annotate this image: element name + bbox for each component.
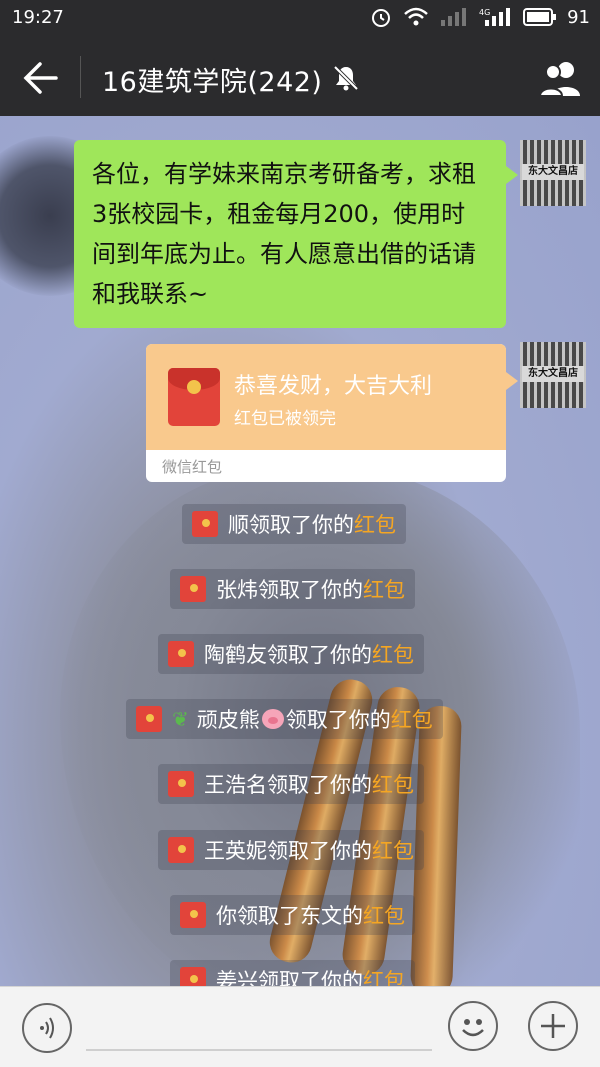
red-packet-footer: 微信红包 (162, 458, 223, 476)
red-packet-notice: 王英妮领取了你的 红包 (158, 830, 424, 870)
header-divider (80, 56, 81, 98)
red-packet-link[interactable]: 红包 (363, 900, 405, 930)
group-members-icon[interactable] (538, 58, 584, 98)
status-bar: 19:27 4G 91 (0, 0, 600, 38)
battery-icon (523, 8, 557, 26)
avatar[interactable]: 东大文昌店 (520, 342, 586, 408)
red-packet-icon (180, 576, 206, 602)
svg-text:4G: 4G (479, 8, 490, 17)
red-packet-icon (168, 641, 194, 667)
input-bar (0, 986, 600, 1067)
red-packet-notice: 王浩名领取了你的 红包 (158, 764, 424, 804)
status-icons: 4G 91 (369, 5, 590, 29)
red-packet-icon (168, 771, 194, 797)
red-packet-icon (180, 967, 206, 986)
red-packet-notice: 顺领取了你的 红包 (182, 504, 406, 544)
red-packet-notice: 陶鹤友领取了你的 红包 (158, 634, 424, 674)
title-bar: 16建筑学院(242) (0, 38, 600, 116)
red-packet-icon (168, 837, 194, 863)
red-packet-link[interactable]: 红包 (391, 704, 433, 734)
red-envelope-icon (168, 368, 220, 426)
red-packet-notice: 张炜领取了你的 红包 (170, 569, 415, 609)
red-packet-link[interactable]: 红包 (372, 769, 414, 799)
plus-icon (541, 1014, 565, 1038)
clock: 19:27 (12, 7, 64, 28)
signal-icon-1 (441, 8, 467, 26)
back-arrow-icon[interactable] (18, 58, 62, 98)
red-packet-tail (506, 372, 518, 390)
chat-area[interactable]: 各位，有学妹来南京考研备考，求租3张校园卡，租金每月200，使用时间到年底为止。… (0, 116, 600, 986)
red-packet-link[interactable]: 红包 (372, 835, 414, 865)
red-packet-icon (180, 902, 206, 928)
message-bubble[interactable]: 各位，有学妹来南京考研备考，求租3张校园卡，租金每月200，使用时间到年底为止。… (74, 140, 518, 328)
more-options-button[interactable] (528, 1001, 578, 1051)
wifi-icon (404, 7, 428, 26)
leaf-emoji-icon: ❦ (172, 707, 189, 731)
red-packet-link[interactable]: 红包 (354, 509, 396, 539)
red-packet-icon (136, 706, 162, 732)
mute-bell-icon (333, 65, 359, 91)
pig-emoji-icon (261, 709, 284, 729)
voice-toggle-button[interactable] (22, 1003, 72, 1053)
message-input[interactable] (86, 1049, 432, 1051)
red-packet-icon (192, 511, 218, 537)
red-packet-notice: 你领取了东文的 红包 (170, 895, 415, 935)
red-packet-link[interactable]: 红包 (372, 639, 414, 669)
red-packet-status: 红包已被领完 (234, 409, 336, 429)
avatar[interactable]: 东大文昌店 (520, 140, 586, 206)
smiley-icon (462, 1019, 484, 1037)
red-packet-card[interactable]: 恭喜发财，大吉大利 红包已被领完 微信红包 (146, 344, 506, 482)
voice-icon (40, 1017, 54, 1039)
red-packet-notice: ❦ 顽皮熊 领取了你的 红包 (126, 699, 443, 739)
signal-icon-2: 4G (479, 8, 511, 26)
battery-level: 91 (567, 6, 590, 28)
alarm-icon (372, 9, 391, 27)
chat-title: 16建筑学院(242) (102, 67, 323, 98)
red-packet-notice: 姜兴领取了你的 红包 (170, 960, 415, 986)
red-packet-title: 恭喜发财，大吉大利 (234, 374, 433, 399)
red-packet-link[interactable]: 红包 (363, 965, 405, 986)
red-packet-link[interactable]: 红包 (363, 574, 405, 604)
emoji-button[interactable] (448, 1001, 498, 1051)
